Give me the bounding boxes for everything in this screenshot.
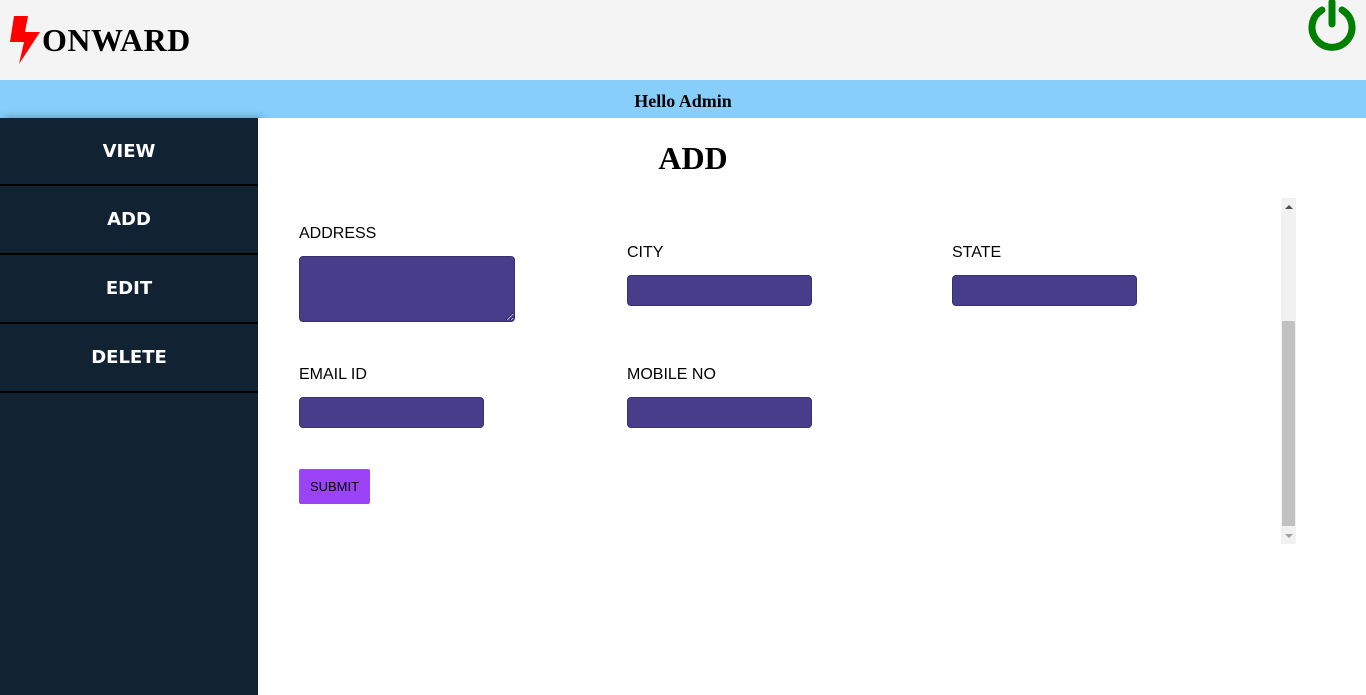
lightning-bolt-icon [8,14,42,66]
greeting-text: Hello Admin [634,90,732,111]
city-field[interactable] [627,275,812,306]
top-header: ONWARD [0,0,1366,80]
main-content: ADD ADDRESS CITY STATE EMAIL ID MOBILE N… [258,118,1366,695]
email-label: EMAIL ID [299,366,367,383]
scrollbar-thumb[interactable] [1282,321,1295,526]
mobile-field[interactable] [627,397,812,428]
submit-button[interactable]: SUBMIT [299,469,370,504]
sidebar-item-view[interactable]: VIEW [0,118,258,186]
power-icon[interactable] [1306,0,1358,52]
greeting-bar: Hello Admin [0,80,1366,118]
mobile-label: MOBILE NO [627,366,716,383]
address-field[interactable] [299,256,515,322]
state-label: STATE [952,244,1002,261]
sidebar-item-delete[interactable]: DELETE [0,324,258,393]
sidebar: VIEW ADD EDIT DELETE [0,118,258,695]
scrollbar[interactable] [1281,198,1296,544]
add-form: ADDRESS CITY STATE EMAIL ID MOBILE NO SU… [280,198,1296,544]
city-label: CITY [627,244,664,261]
email-field[interactable] [299,397,484,428]
scroll-up-arrow-icon[interactable] [1281,198,1296,215]
sidebar-item-edit[interactable]: EDIT [0,255,258,324]
page-title: ADD [658,140,728,176]
state-field[interactable] [952,275,1137,306]
scroll-down-arrow-icon[interactable] [1281,527,1296,544]
logo[interactable]: ONWARD [8,14,191,66]
logo-text: ONWARD [42,21,191,58]
sidebar-item-add[interactable]: ADD [0,186,258,255]
address-label: ADDRESS [299,225,377,242]
